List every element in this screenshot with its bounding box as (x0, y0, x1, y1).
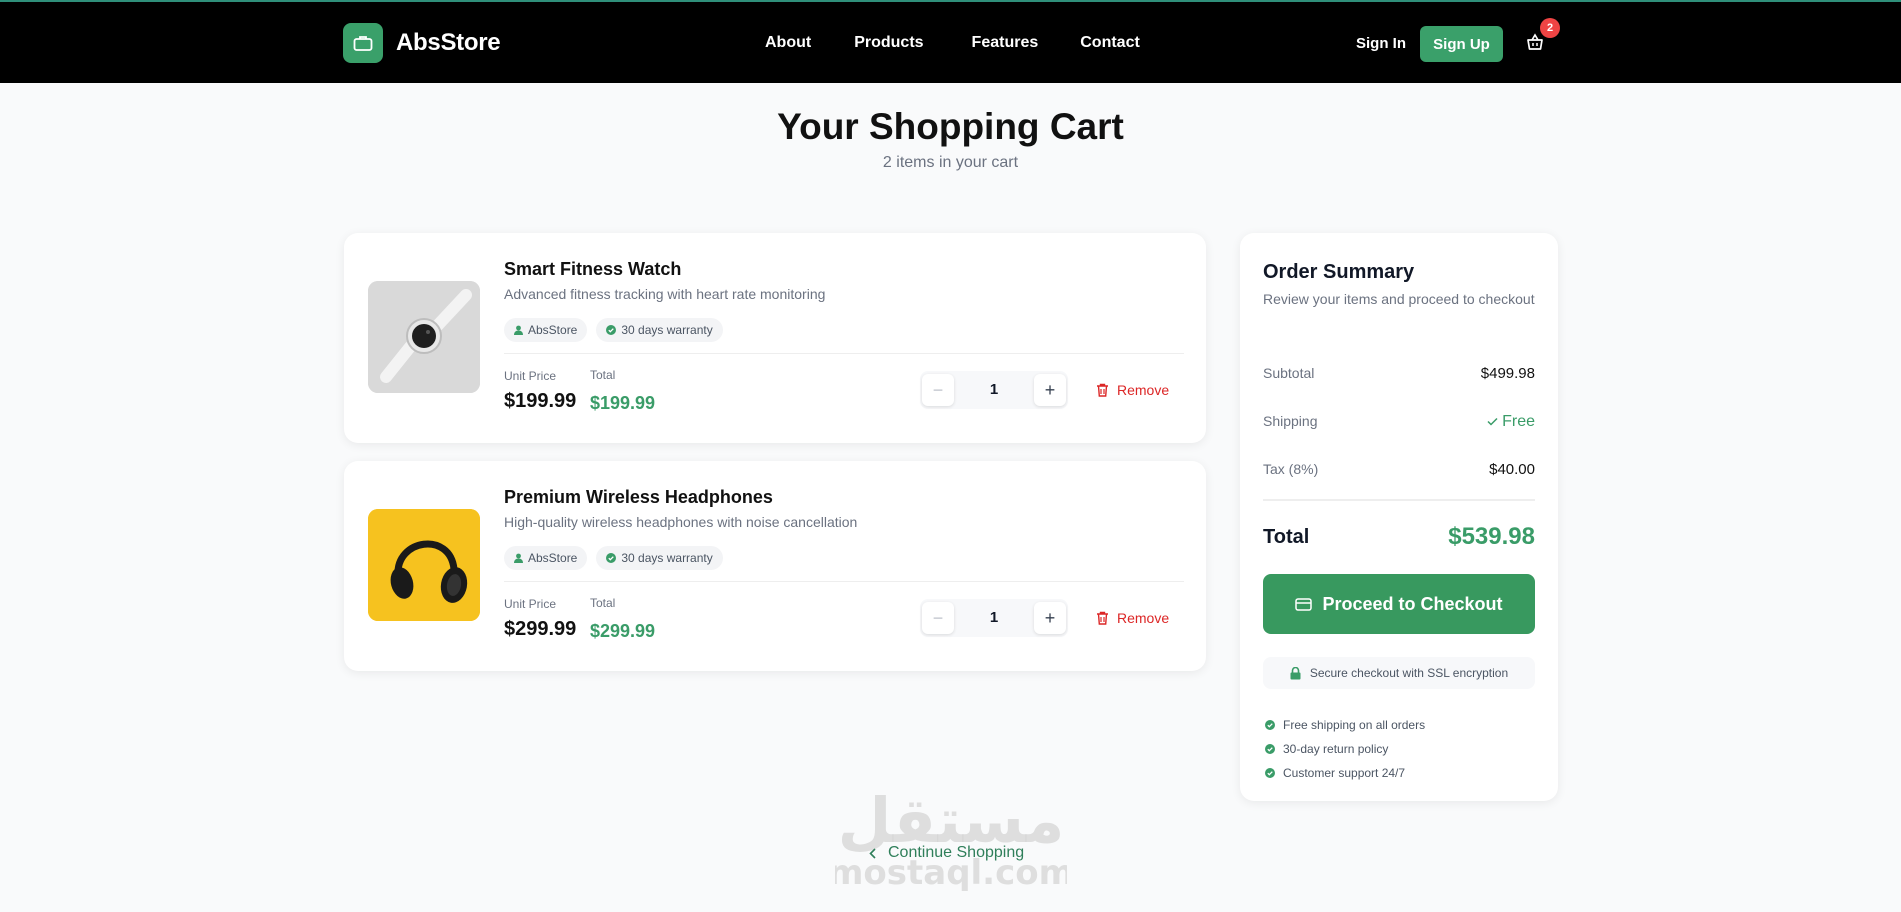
cart-count-badge: 2 (1540, 18, 1560, 38)
item-total: $299.99 (590, 621, 656, 641)
check-circle-icon (1265, 720, 1275, 730)
seller-tag: AbsStore (504, 546, 588, 570)
order-summary-card: Order Summary Review your items and proc… (1240, 233, 1558, 801)
seller-tag: AbsStore (504, 318, 588, 342)
item-name[interactable]: Premium Wireless Headphones (504, 487, 773, 508)
nav-products[interactable]: Products (854, 34, 923, 52)
tax-row: Tax (8%) $40.00 (1263, 461, 1535, 478)
cart-item: Premium Wireless Headphones High-quality… (344, 461, 1206, 671)
warranty-tag: 30 days warranty (596, 318, 723, 342)
nav-about[interactable]: About (765, 34, 811, 52)
check-circle-icon (1265, 744, 1275, 754)
perk-item: Free shipping on all orders (1265, 713, 1425, 737)
mostaql-watermark: مستقل mostaql.com (828, 782, 1074, 893)
decrease-quantity-button[interactable]: − (922, 602, 954, 634)
brand-logo[interactable]: AbsStore (343, 23, 501, 63)
sign-in-link[interactable]: Sign In (1356, 35, 1406, 52)
total-label: Total (590, 368, 616, 382)
summary-title: Order Summary (1263, 261, 1415, 283)
continue-shopping-link[interactable]: Continue Shopping (869, 844, 1024, 862)
quantity-stepper: − 1 + (920, 599, 1068, 637)
remove-button[interactable]: Remove (1096, 610, 1169, 626)
item-total: $199.99 (590, 393, 656, 413)
nav-features[interactable]: Features (972, 34, 1039, 52)
main-nav: About Products Features Contact (765, 34, 1140, 52)
increase-quantity-button[interactable]: + (1034, 602, 1066, 634)
quantity-value: 1 (989, 381, 999, 398)
check-circle-icon (606, 325, 617, 335)
grand-total-row: Total $539.98 (1263, 523, 1535, 550)
sign-up-button[interactable]: Sign Up (1420, 26, 1503, 62)
nav-contact[interactable]: Contact (1080, 34, 1140, 52)
unit-price: $199.99 (504, 390, 577, 412)
user-icon (514, 325, 523, 335)
trash-icon (1097, 611, 1108, 625)
check-circle-icon (606, 553, 617, 563)
quantity-stepper: − 1 + (920, 371, 1068, 409)
lock-icon (1290, 666, 1301, 679)
item-divider (504, 353, 1184, 354)
chevron-left-icon (869, 847, 876, 859)
briefcase-icon (343, 23, 383, 63)
check-icon (1487, 417, 1498, 426)
remove-button[interactable]: Remove (1096, 382, 1169, 398)
user-icon (514, 553, 523, 563)
item-name[interactable]: Smart Fitness Watch (504, 259, 681, 280)
perks-list: Free shipping on all orders 30-day retur… (1265, 713, 1425, 785)
check-circle-icon (1265, 768, 1275, 778)
item-tags: AbsStore 30 days warranty (504, 318, 732, 342)
item-description: High-quality wireless headphones with no… (504, 514, 858, 530)
item-description: Advanced fitness tracking with heart rat… (504, 286, 826, 302)
brand-name: AbsStore (396, 29, 501, 56)
warranty-tag: 30 days warranty (596, 546, 723, 570)
decrease-quantity-button[interactable]: − (922, 374, 954, 406)
subtotal-row: Subtotal $499.98 (1263, 365, 1535, 382)
cart-item: Smart Fitness Watch Advanced fitness tra… (344, 233, 1206, 443)
item-divider (504, 581, 1184, 582)
item-tags: AbsStore 30 days warranty (504, 546, 732, 570)
product-image-watch (368, 281, 480, 393)
total-label: Total (590, 596, 616, 610)
top-navbar: AbsStore About Products Features Contact… (0, 0, 1901, 83)
proceed-to-checkout-button[interactable]: Proceed to Checkout (1263, 574, 1535, 634)
shipping-row: Shipping Free (1263, 413, 1535, 430)
trash-icon (1097, 383, 1108, 397)
page-subtitle: 2 items in your cart (882, 154, 1019, 171)
credit-card-icon (1295, 597, 1313, 611)
unit-price-label: Unit Price (504, 369, 557, 383)
increase-quantity-button[interactable]: + (1034, 374, 1066, 406)
unit-price-label: Unit Price (504, 597, 557, 611)
summary-divider (1263, 499, 1535, 501)
page-title: Your Shopping Cart (777, 106, 1124, 147)
unit-price: $299.99 (504, 618, 577, 640)
summary-subtitle: Review your items and proceed to checkou… (1263, 291, 1535, 307)
perk-item: 30-day return policy (1265, 737, 1425, 761)
quantity-value: 1 (989, 609, 999, 626)
secure-checkout-note: Secure checkout with SSL encryption (1263, 657, 1535, 689)
product-image-headphones (368, 509, 480, 621)
perk-item: Customer support 24/7 (1265, 761, 1425, 785)
